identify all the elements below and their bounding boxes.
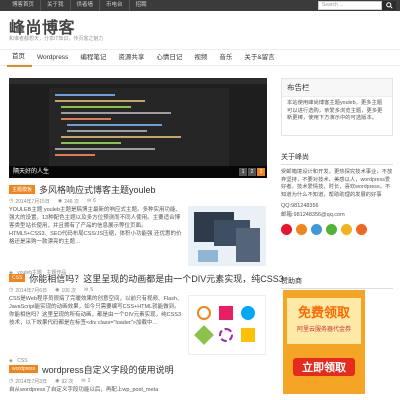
slider-toolbar <box>9 78 267 84</box>
notice-title: 布告栏 <box>282 79 392 97</box>
post-category[interactable]: CSS <box>9 274 26 282</box>
email-address[interactable]: 邮箱:981248356@qq.com <box>281 211 393 220</box>
nav-item-resources[interactable]: 资源共享 <box>113 49 151 66</box>
nav-item-video[interactable]: 视频 <box>189 49 214 66</box>
post-title[interactable]: 你能相信吗？这里呈现的动画都是由一个DIV元素实现，纯CSS3 <box>29 272 284 285</box>
notice-text: 本站使用峰尚博客主题youleb，更多主题可以进行选购，亲爱多浏览主题，更多更新… <box>287 100 383 121</box>
nav-item-music[interactable]: 音乐 <box>214 49 239 66</box>
banner-subline: 阿里云服务器代金券 <box>296 327 351 333</box>
post-comments[interactable]: 2 <box>88 378 91 384</box>
calendar-icon: ◷ <box>9 198 14 204</box>
post-title[interactable]: 多风格响应式博客主题youleb <box>39 183 156 196</box>
top-link-radio[interactable]: 币电台 <box>100 0 130 11</box>
nav-item-home[interactable]: 首页 <box>7 48 32 67</box>
social-links <box>281 224 393 235</box>
post-views: 92 次 <box>61 378 74 385</box>
post-date: 2014年7月15日 <box>15 198 50 205</box>
post-item: wordpress wordpress自定义字段的使用说明 ◷ 2014年7月3日… <box>9 362 267 394</box>
sponsor-widget: 赞助商 <box>281 276 393 289</box>
post-excerpt: CSS是Web程序员很搞了完暖效果的创意空间，以前只有视频、Flash、Java… <box>9 296 183 326</box>
post-comments[interactable]: 6 <box>93 198 96 204</box>
featured-slider[interactable]: 隔天好的人生 1 2 3 <box>9 78 267 178</box>
sponsor-banner[interactable]: 免费领取 阿里云服务器代金券 立即领取 <box>283 290 365 394</box>
post-meta: ◷ 2014年7月3日 ◉ 92 次 ✉ 2 <box>9 376 267 386</box>
qq-icon[interactable] <box>296 224 307 235</box>
post-title[interactable]: wordpress自定义字段的使用说明 <box>42 363 174 376</box>
claim-button[interactable]: 立即领取 <box>293 358 355 376</box>
post-views: 246 次 <box>64 198 79 205</box>
calendar-icon: ◷ <box>9 287 14 293</box>
post-item: CSS 你能相信吗？这里呈现的动画都是由一个DIV元素实现，纯CSS3 ◷ 201… <box>9 271 284 364</box>
search-icon <box>385 2 393 9</box>
post-comments[interactable]: 5 <box>90 287 93 293</box>
slider-page-1[interactable]: 1 <box>239 168 247 176</box>
nav-item-diary[interactable]: 心情日记 <box>151 49 189 66</box>
slider-pagination: 1 2 3 <box>239 168 265 176</box>
eye-icon: ◉ <box>55 378 60 384</box>
weibo-icon[interactable] <box>281 224 292 235</box>
search-button[interactable] <box>382 1 396 10</box>
nav-item-wordpress[interactable]: Wordpress <box>32 49 75 66</box>
post-excerpt: YOULEB主题 youleb主题是稿博主最新的响应式主题。多种实用功能、强大的… <box>9 207 182 245</box>
post-date: 2014年7月6日 <box>15 287 48 294</box>
comment-icon: ✉ <box>86 198 92 204</box>
about-widget: 关于峰尚 受邮箱境设计和开发，更热探究技术事业，不放弃坚持，不要对技术、美感以人… <box>281 152 393 235</box>
post-thumbnail[interactable] <box>188 206 266 266</box>
nav-item-notes[interactable]: 编程笔记 <box>75 49 113 66</box>
post-excerpt: 自从wordpress了自定义字段功能以后，再配上wp_post_meta <box>9 387 159 393</box>
comment-icon: ✉ <box>81 378 86 384</box>
site-tagline: 和谁者都想天，分享IT知识，传页客之魅力 <box>9 36 104 42</box>
eye-icon: ◉ <box>55 287 60 293</box>
tencent-weibo-icon[interactable] <box>311 224 322 235</box>
eye-icon: ◉ <box>57 198 63 204</box>
comment-icon: ✉ <box>84 287 89 293</box>
post-category[interactable]: 主题模板 <box>9 184 36 194</box>
post-views: 106 次 <box>61 287 77 294</box>
post-date: 2014年7月3日 <box>15 378 48 385</box>
post-item: 主题模板 多风格响应式博客主题youleb ◷ 2014年7月15日 ◉ 246 次… <box>9 182 267 276</box>
search-input[interactable]: Search ... <box>318 1 382 10</box>
notice-widget: 布告栏 本站使用峰尚博客主题youleb，更多主题可以进行选购，亲爱多浏览主题，… <box>281 78 393 136</box>
nav-item-guestbook[interactable]: 关于&留言 <box>239 49 281 66</box>
post-thumbnail[interactable] <box>188 295 266 355</box>
main-nav: 首页 Wordpress 编程笔记 资源共享 心情日记 视频 音乐 关于&留言 <box>0 48 400 67</box>
top-link-home[interactable]: 博客首页 <box>6 0 42 11</box>
top-link-about[interactable]: 关于我 <box>41 0 71 11</box>
slider-caption[interactable]: 隔天好的人生 <box>9 166 267 178</box>
banner-headline: 免费领取 <box>297 306 350 321</box>
post-meta: ◷ 2014年7月6日 ◉ 106 次 ✉ 5 <box>9 285 267 295</box>
about-text: 受邮箱境设计和开发，更热探究技术事业，不放弃坚持，不要对技术、美感以人，word… <box>281 169 393 198</box>
top-link-wall[interactable]: 供者墙 <box>71 0 101 11</box>
slider-page-2[interactable]: 2 <box>248 168 256 176</box>
post-category[interactable]: wordpress <box>9 365 39 373</box>
wechat-icon[interactable] <box>326 224 337 235</box>
rss-icon[interactable] <box>356 224 367 235</box>
contact-info: QQ:981248356 邮箱:981248356@qq.com <box>281 202 393 220</box>
slider-page-3[interactable]: 3 <box>257 168 265 176</box>
post-meta: ◷ 2014年7月15日 ◉ 246 次 ✉ 6 <box>9 196 267 206</box>
about-title: 关于峰尚 <box>281 152 393 165</box>
slider-image <box>49 88 229 168</box>
calendar-icon: ◷ <box>9 378 14 384</box>
qzone-icon[interactable] <box>341 224 352 235</box>
top-link-jobs[interactable]: 招聘 <box>130 0 153 11</box>
sponsor-title: 赞助商 <box>281 276 393 289</box>
top-bar: 博客首页 关于我 供者墙 币电台 招聘 Search ... <box>0 0 400 11</box>
qq-number[interactable]: QQ:981248356 <box>281 202 393 211</box>
top-links: 博客首页 关于我 供者墙 币电台 招聘 <box>6 0 153 11</box>
